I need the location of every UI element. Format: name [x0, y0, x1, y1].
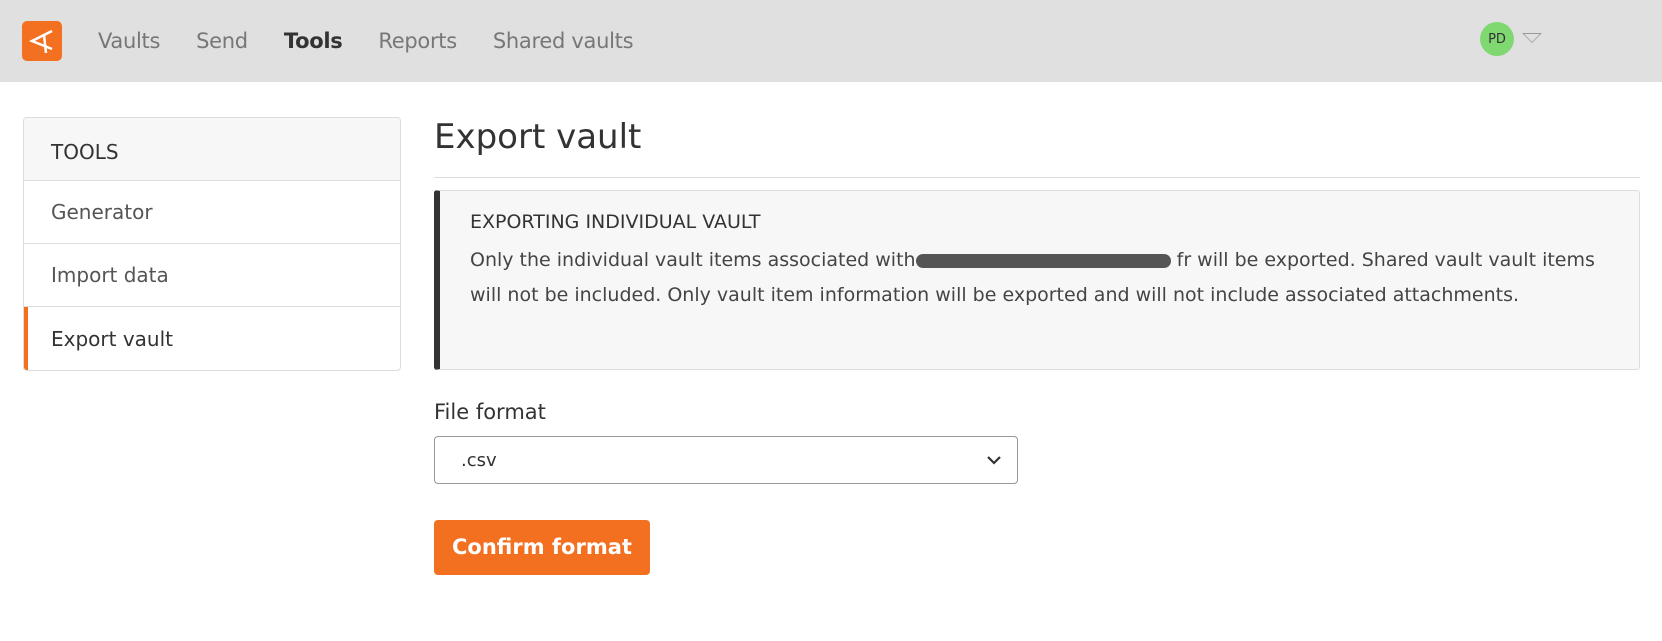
nav-send[interactable]: Send — [196, 29, 248, 53]
confirm-format-button[interactable]: Confirm format — [434, 520, 650, 575]
info-callout: EXPORTING INDIVIDUAL VAULT Only the indi… — [434, 190, 1640, 370]
chevron-down-icon[interactable] — [1522, 33, 1542, 43]
nav-reports[interactable]: Reports — [378, 29, 457, 53]
file-format-value: .csv — [461, 449, 497, 471]
callout-body: Only the individual vault items associat… — [470, 243, 1609, 313]
sidebar-item-generator[interactable]: Generator — [24, 181, 400, 244]
chevron-down-icon — [987, 456, 1001, 465]
redacted-email — [915, 253, 1171, 268]
sidebar-item-export-vault[interactable]: Export vault — [24, 307, 400, 370]
nav-vaults[interactable]: Vaults — [98, 29, 160, 53]
sidebar: TOOLS Generator Import data Export vault — [23, 117, 401, 371]
sidebar-item-import-data[interactable]: Import data — [24, 244, 400, 307]
main-content: Export vault EXPORTING INDIVIDUAL VAULT … — [434, 117, 1640, 575]
app-logo[interactable] — [22, 21, 62, 61]
page-title: Export vault — [434, 117, 1640, 178]
nav-tools[interactable]: Tools — [284, 29, 343, 53]
top-nav: Vaults Send Tools Reports Shared vaults — [0, 0, 1662, 82]
callout-title: EXPORTING INDIVIDUAL VAULT — [470, 211, 761, 233]
file-format-select[interactable]: .csv — [434, 436, 1018, 484]
logo-icon — [28, 29, 53, 54]
avatar[interactable]: PD — [1480, 22, 1514, 56]
file-format-label: File format — [434, 400, 546, 424]
nav-shared-vaults[interactable]: Shared vaults — [493, 29, 634, 53]
callout-text-before: Only the individual vault items associat… — [470, 249, 916, 271]
sidebar-title: TOOLS — [24, 118, 400, 181]
